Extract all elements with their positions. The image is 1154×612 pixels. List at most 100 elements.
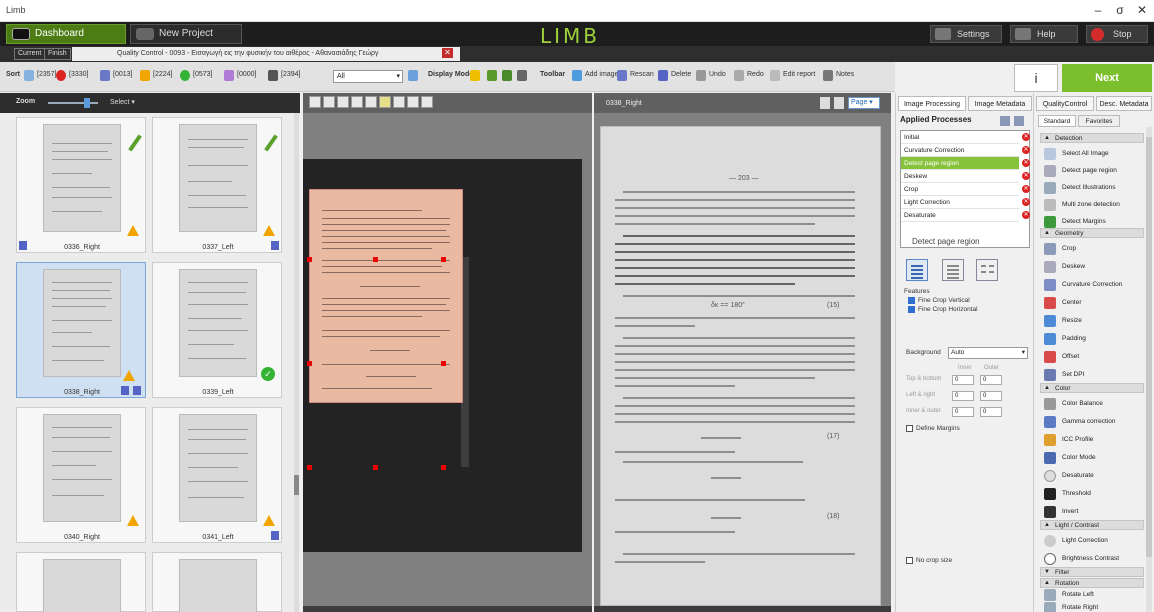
tool-offset[interactable]: Offset bbox=[1040, 347, 1144, 367]
add-image-button[interactable]: Add image bbox=[585, 71, 618, 78]
thumbnail-scrollbar[interactable] bbox=[294, 113, 299, 612]
list-icon[interactable] bbox=[1014, 116, 1024, 126]
filter-select[interactable]: All ▾ bbox=[333, 70, 403, 83]
scrollbar-thumb[interactable] bbox=[294, 475, 299, 495]
mode-page-outline-icon[interactable] bbox=[942, 259, 964, 281]
color-section-header[interactable]: ▲ Color bbox=[1040, 383, 1144, 393]
display-grid-icon[interactable] bbox=[487, 70, 497, 81]
tool-set-dpi[interactable]: Set DPI bbox=[1040, 365, 1144, 385]
undo-icon[interactable] bbox=[696, 70, 706, 81]
display-list-icon[interactable] bbox=[517, 70, 527, 81]
tool-crop[interactable]: Crop bbox=[1040, 239, 1144, 259]
crop-handle-top[interactable] bbox=[373, 257, 378, 262]
zoom-slider-track[interactable] bbox=[48, 102, 98, 104]
crop-handle-bottom-right[interactable] bbox=[441, 465, 446, 470]
crop-handle-left[interactable] bbox=[307, 361, 312, 366]
new-project-tab[interactable]: New Project bbox=[130, 24, 242, 44]
stop-button[interactable]: Stop bbox=[1086, 25, 1148, 43]
tool-curvature-correction[interactable]: Curvature Correction bbox=[1040, 275, 1144, 295]
close-document-button[interactable]: ✕ bbox=[442, 48, 453, 58]
next-page-icon[interactable] bbox=[834, 97, 844, 109]
flag-icon[interactable] bbox=[100, 70, 110, 81]
process-item-desaturate[interactable]: Desaturate ✕ bbox=[901, 209, 1030, 222]
remove-icon[interactable]: ✕ bbox=[1022, 172, 1030, 180]
edit-report-button[interactable]: Edit report bbox=[783, 71, 815, 78]
geometry-section-header[interactable]: ▲ Geometry bbox=[1040, 228, 1144, 238]
pen-icon[interactable] bbox=[268, 70, 278, 81]
highlight-icon[interactable] bbox=[379, 96, 391, 108]
close-window-button[interactable]: ✕ bbox=[1130, 3, 1154, 17]
background-select[interactable]: Auto ▾ bbox=[948, 347, 1028, 359]
fine-crop-horizontal-checkbox[interactable] bbox=[908, 306, 915, 313]
tool-rotate-right[interactable]: Rotate Right bbox=[1040, 601, 1144, 612]
line-tool-icon[interactable] bbox=[407, 96, 419, 108]
process-item-light[interactable]: Light Correction ✕ bbox=[901, 196, 1030, 209]
tool-color-balance[interactable]: Color Balance bbox=[1040, 394, 1144, 414]
thumbnail-0337-left[interactable]: 0337_Left bbox=[152, 117, 282, 253]
tab-favorites[interactable]: Favorites bbox=[1078, 115, 1120, 127]
tool-brightness-contrast[interactable]: Brightness Contrast bbox=[1040, 549, 1144, 569]
tab-standard[interactable]: Standard bbox=[1038, 115, 1076, 127]
tool-desaturate[interactable]: Desaturate bbox=[1040, 466, 1144, 486]
minimize-button[interactable]: – bbox=[1086, 3, 1110, 17]
detected-page-region[interactable] bbox=[309, 189, 463, 403]
warning-icon[interactable] bbox=[140, 70, 150, 81]
margin-input[interactable]: 0 bbox=[952, 375, 974, 385]
tool-threshold[interactable]: Threshold bbox=[1040, 484, 1144, 504]
crop-handle-top-left[interactable] bbox=[307, 257, 312, 262]
zoom-slider-handle[interactable] bbox=[84, 98, 90, 108]
notes-icon[interactable] bbox=[823, 70, 833, 81]
delete-button[interactable]: Delete bbox=[671, 71, 691, 78]
select-dropdown[interactable]: Select ▾ bbox=[110, 98, 135, 106]
filter-add-icon[interactable] bbox=[408, 70, 418, 81]
help-button[interactable]: Help bbox=[1010, 25, 1078, 43]
remove-icon[interactable]: ✕ bbox=[1022, 146, 1030, 154]
tool-light-correction[interactable]: Light Correction bbox=[1040, 531, 1144, 551]
redo-button[interactable]: Redo bbox=[747, 71, 764, 78]
save-icon[interactable] bbox=[1000, 116, 1010, 126]
tab-image-metadata[interactable]: Image Metadata bbox=[968, 96, 1032, 111]
tab-desc-metadata[interactable]: Desc. Metadata bbox=[1096, 96, 1152, 111]
fit-mode-select[interactable]: Page ▾ bbox=[848, 97, 880, 109]
remove-icon[interactable]: ✕ bbox=[1022, 198, 1030, 206]
crop-handle-top-right[interactable] bbox=[441, 257, 446, 262]
detection-section-header[interactable]: ▲ Detection bbox=[1040, 133, 1144, 143]
thumbnail-0336-right[interactable]: 0336_Right bbox=[16, 117, 146, 253]
approved-icon[interactable] bbox=[180, 70, 190, 81]
margin-input[interactable]: 0 bbox=[980, 407, 1002, 417]
next-button[interactable]: Next bbox=[1062, 64, 1152, 92]
process-item-initial[interactable]: Initial ✕ bbox=[901, 131, 1030, 144]
light-contrast-section-header[interactable]: ▲ Light / Contrast bbox=[1040, 520, 1144, 530]
tool-padding[interactable]: Padding bbox=[1040, 329, 1144, 349]
scrollbar-thumb[interactable] bbox=[1146, 137, 1152, 557]
restore-button[interactable]: σ bbox=[1108, 3, 1132, 17]
delete-icon[interactable] bbox=[658, 70, 668, 81]
dashboard-tab[interactable]: Dashboard bbox=[6, 24, 126, 44]
tool-color-mode[interactable]: Color Mode bbox=[1040, 448, 1144, 468]
fit-page-icon[interactable] bbox=[351, 96, 363, 108]
zoom-out-icon[interactable] bbox=[323, 96, 335, 108]
thumbnail-0340-right[interactable]: 0340_Right bbox=[16, 407, 146, 543]
tool-center[interactable]: Center bbox=[1040, 293, 1144, 313]
remove-icon[interactable]: ✕ bbox=[1022, 185, 1030, 193]
filter-section-header[interactable]: ▼ Filter bbox=[1040, 567, 1144, 577]
thumbnail-next-row[interactable] bbox=[16, 552, 146, 612]
crop-handle-bottom-left[interactable] bbox=[307, 465, 312, 470]
ruler-icon[interactable] bbox=[421, 96, 433, 108]
processed-page-image[interactable]: — 203 — δκ == 180° (15) (17) (18) bbox=[600, 126, 881, 606]
tools-scrollbar[interactable] bbox=[1146, 127, 1152, 612]
crop-handle-bottom[interactable] bbox=[373, 465, 378, 470]
undo-button[interactable]: Undo bbox=[709, 71, 726, 78]
tool-deskew[interactable]: Deskew bbox=[1040, 257, 1144, 277]
tool-gamma-correction[interactable]: Gamma correction bbox=[1040, 412, 1144, 432]
display-single-icon[interactable] bbox=[470, 70, 480, 81]
settings-button[interactable]: Settings bbox=[930, 25, 1002, 43]
info-button[interactable]: i bbox=[1014, 64, 1058, 92]
crop-tool-icon[interactable] bbox=[393, 96, 405, 108]
all-images-icon[interactable] bbox=[24, 70, 34, 81]
crop-handle-right[interactable] bbox=[441, 361, 446, 366]
thumbnail-0341-left[interactable]: 0341_Left bbox=[152, 407, 282, 543]
actual-size-icon[interactable] bbox=[365, 96, 377, 108]
mode-double-page-icon[interactable] bbox=[976, 259, 998, 281]
margin-input[interactable]: 0 bbox=[952, 407, 974, 417]
